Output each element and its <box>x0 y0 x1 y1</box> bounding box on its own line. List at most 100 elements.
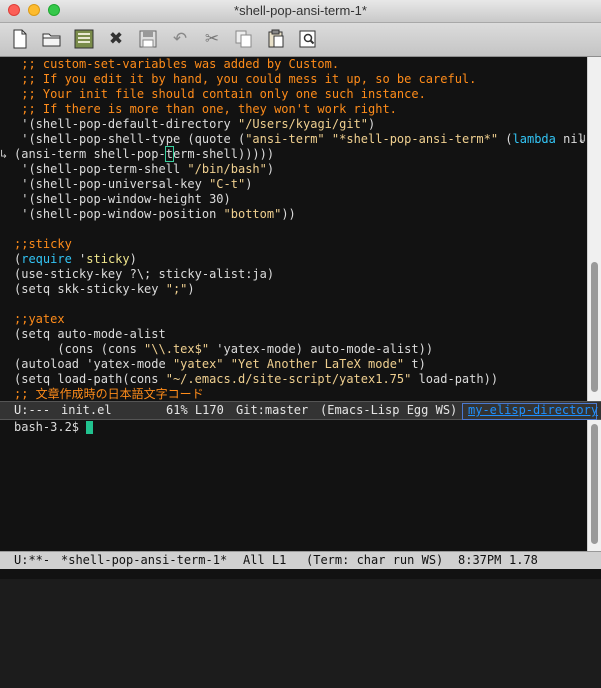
code-token: ;; If there is more than one, they won't… <box>14 102 397 116</box>
code-token: (cons (cons <box>14 342 145 356</box>
clock: 8:37PM <box>458 553 502 567</box>
text-cursor: t <box>164 146 174 162</box>
code-line[interactable]: (use-sticky-key ?\; sticky-alist:ja) <box>14 267 274 282</box>
dired-button[interactable] <box>72 27 96 51</box>
code-line[interactable]: '(shell-pop-term-shell "/bin/bash") <box>14 162 274 177</box>
code-token: load-path)) <box>411 372 499 386</box>
code-line[interactable]: (ansi-term shell-pop-term-shell))))) <box>14 146 275 162</box>
terminal-scrollbar[interactable] <box>587 420 601 552</box>
scissors-icon: ✂ <box>204 29 220 49</box>
code-token: (setq skk-sticky-key <box>14 282 166 296</box>
dired-icon <box>74 29 94 49</box>
shell-prompt: bash-3.2$ <box>14 420 87 434</box>
code-token: "yatex" <box>172 357 224 371</box>
toolbar: ✖ ↶ ✂ <box>0 23 601 57</box>
code-line[interactable]: (cons (cons "\\.tex$" 'yatex-mode) auto-… <box>14 342 433 357</box>
code-token: sticky <box>86 252 130 266</box>
undo-button[interactable]: ↶ <box>168 27 192 51</box>
code-token: ";" <box>165 282 188 296</box>
buffer-name[interactable]: *shell-pop-ansi-term-1* <box>61 552 227 569</box>
code-token: '(shell-pop-universal-key <box>14 177 210 191</box>
code-line[interactable]: '(shell-pop-window-height 30) <box>14 192 231 207</box>
open-folder-button[interactable] <box>40 27 64 51</box>
vc-branch[interactable]: Git:master <box>236 402 308 419</box>
new-file-icon <box>13 29 27 49</box>
buffer-status: U:**- <box>14 553 51 567</box>
code-token: ) <box>245 177 253 191</box>
search-button[interactable] <box>296 27 320 51</box>
echo-area <box>0 569 601 579</box>
code-line[interactable]: (autoload 'yatex-mode "yatex" "Yet Anoth… <box>14 357 426 372</box>
code-token: "~/.emacs.d/site-script/yatex1.75" <box>165 372 412 386</box>
editor-pane[interactable]: ↲ ↳ ;; custom-set-variables was added by… <box>0 57 588 402</box>
code-line[interactable]: ;;sticky <box>14 237 72 252</box>
cut-button[interactable]: ✂ <box>200 27 224 51</box>
code-token: ;; 文章作成時の日本語文字コード <box>14 387 204 401</box>
folder-icon <box>42 33 61 47</box>
code-token: "C-t" <box>209 177 246 191</box>
major-minor-modes[interactable]: (Emacs-Lisp Egg WS) <box>320 402 457 419</box>
code-token: ) <box>187 282 195 296</box>
code-line[interactable]: (setq auto-mode-alist <box>14 327 166 342</box>
code-token: erm-shell))))) <box>172 147 275 161</box>
code-token: ) <box>368 117 376 131</box>
code-token: '(shell-pop-shell-type (quote ( <box>14 132 246 146</box>
code-token: '(shell-pop-term-shell <box>14 162 188 176</box>
continuation-arrow-icon: ↳ <box>0 147 8 161</box>
terminal-scrollbar-thumb[interactable] <box>591 424 598 544</box>
code-token: ) <box>129 252 137 266</box>
save-button[interactable] <box>136 27 160 51</box>
code-token: )) <box>281 207 296 221</box>
code-token: (ansi-term shell-pop- <box>14 147 166 161</box>
paste-icon <box>268 29 284 48</box>
title-bar[interactable]: *shell-pop-ansi-term-1* <box>0 0 601 23</box>
code-line[interactable]: '(shell-pop-shell-type (quote ("ansi-ter… <box>14 132 585 147</box>
buffer-position: All L1 <box>243 553 287 567</box>
terminal-cursor <box>86 421 93 434</box>
code-token: ;;yatex <box>14 312 65 326</box>
code-line[interactable]: (setq skk-sticky-key ";") <box>14 282 195 297</box>
code-token: '(shell-pop-default-directory <box>14 117 238 131</box>
code-token: "/bin/bash" <box>187 162 267 176</box>
code-line[interactable]: ;; custom-set-variables was added by Cus… <box>14 57 339 72</box>
save-icon <box>139 30 157 48</box>
window-title: *shell-pop-ansi-term-1* <box>234 3 367 18</box>
code-token: "bottom" <box>223 207 282 221</box>
code-line[interactable]: ;; If there is more than one, they won't… <box>14 102 397 117</box>
editor-scrollbar-thumb[interactable] <box>591 262 598 392</box>
code-line[interactable]: (setq load-path(cons "~/.emacs.d/site-sc… <box>14 372 498 387</box>
new-file-button[interactable] <box>8 27 32 51</box>
code-line[interactable]: (require 'sticky) <box>14 252 137 267</box>
mode-line-terminal[interactable]: U:**- *shell-pop-ansi-term-1* All L1 (Te… <box>0 551 601 570</box>
code-token: lambda <box>512 132 556 146</box>
major-minor-modes[interactable]: (Term: char run WS) <box>306 552 443 569</box>
code-line[interactable]: ;; Your init file should contain only on… <box>14 87 426 102</box>
undo-icon: ↶ <box>172 29 188 49</box>
code-line[interactable]: ;; 文章作成時の日本語文字コード <box>14 387 204 402</box>
code-token: ' <box>71 252 87 266</box>
code-line[interactable]: ;;yatex <box>14 312 65 327</box>
paste-button[interactable] <box>264 27 288 51</box>
code-line[interactable]: '(shell-pop-default-directory "/Users/ky… <box>14 117 375 132</box>
mode-line-editor[interactable]: U:--- init.el 61% L170 Git:master (Emacs… <box>0 401 601 420</box>
code-token: '(shell-pop-window-height 30) <box>14 192 231 206</box>
code-token: "Yet Another LaTeX mode" <box>230 357 405 371</box>
close-buffer-button[interactable]: ✖ <box>104 27 128 51</box>
directory-link[interactable]: my-elisp-directory <box>468 402 598 419</box>
terminal-pane[interactable]: bash-3.2$ <box>0 420 588 552</box>
code-token: "\\.tex$" <box>144 342 210 356</box>
copy-button[interactable] <box>232 27 256 51</box>
code-token: ;; Your init file should contain only on… <box>14 87 426 101</box>
code-token: '(shell-pop-window-position <box>14 207 224 221</box>
code-token: ;;sticky <box>14 237 72 251</box>
code-line[interactable]: ;; If you edit it by hand, you could mes… <box>14 72 476 87</box>
buffer-name[interactable]: init.el <box>61 402 112 419</box>
copy-icon <box>235 30 252 48</box>
code-token: ( <box>498 132 513 146</box>
code-token: t) <box>404 357 426 371</box>
editor-scrollbar[interactable] <box>587 57 601 402</box>
code-token: (autoload 'yatex-mode <box>14 357 173 371</box>
code-line[interactable]: '(shell-pop-window-position "bottom")) <box>14 207 296 222</box>
code-line[interactable]: '(shell-pop-universal-key "C-t") <box>14 177 252 192</box>
